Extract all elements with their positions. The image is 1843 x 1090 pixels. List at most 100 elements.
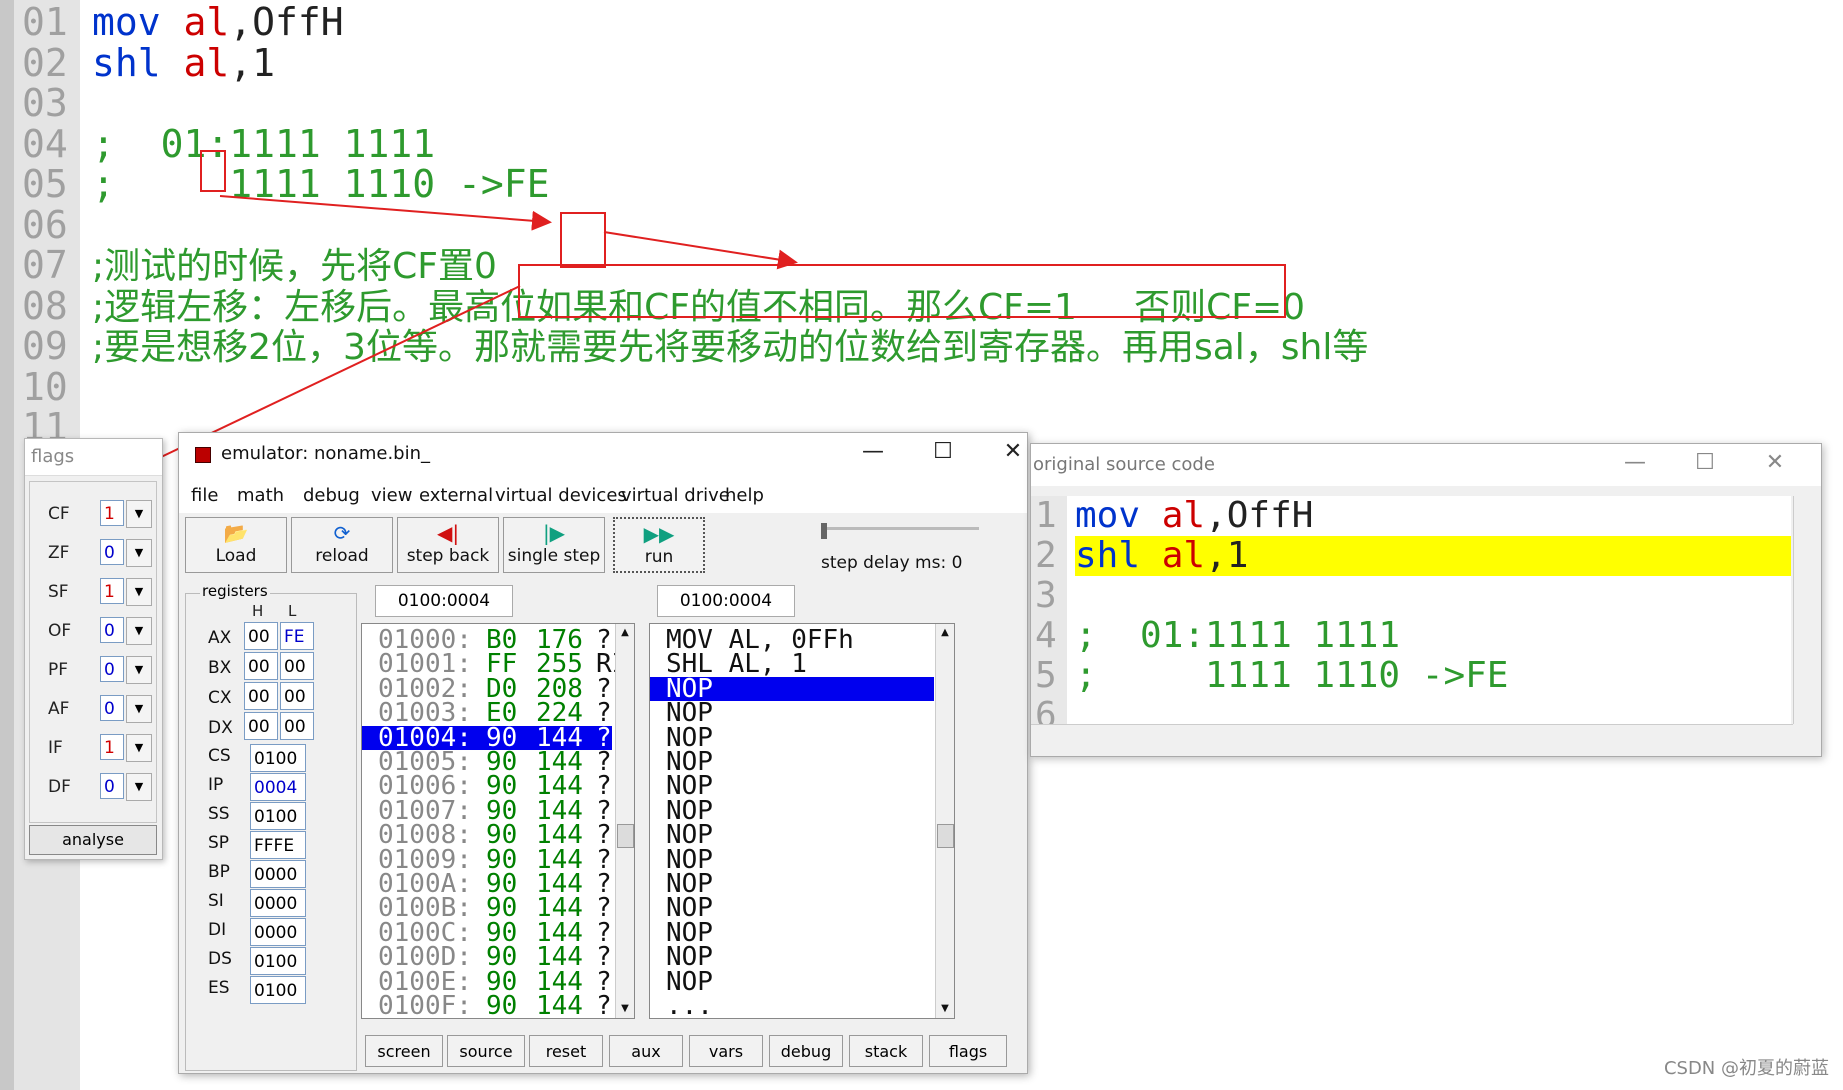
source-vertical-scrollbar[interactable] <box>1793 496 1816 724</box>
register-sp-value[interactable]: FFFE <box>250 831 306 859</box>
memory-address-input[interactable]: 0100:0004 <box>375 585 513 617</box>
chevron-down-icon[interactable]: ▼ <box>126 656 152 684</box>
source-horizontal-scrollbar[interactable] <box>1031 724 1793 749</box>
step-delay-knob[interactable] <box>821 523 827 539</box>
register-di-value[interactable]: 0000 <box>250 918 306 946</box>
disassembly-row[interactable]: NOP <box>650 700 934 726</box>
flag-value-select[interactable]: 0 <box>100 539 124 565</box>
chevron-down-icon[interactable]: ▼ <box>126 500 152 528</box>
register-ip-value[interactable]: 0004 <box>250 773 306 801</box>
register-dx-high[interactable]: 00 <box>244 712 278 740</box>
register-bx-low[interactable]: 00 <box>280 652 314 680</box>
chevron-down-icon[interactable]: ▼ <box>126 734 152 762</box>
register-ds-value[interactable]: 0100 <box>250 947 306 975</box>
bottom-stack-button[interactable]: stack <box>849 1035 923 1067</box>
flag-value-select[interactable]: 0 <box>100 617 124 643</box>
menu-item-debug[interactable]: debug <box>303 485 360 506</box>
bottom-screen-button[interactable]: screen <box>365 1035 443 1067</box>
chevron-down-icon[interactable]: ▼ <box>126 617 152 645</box>
disassembly-row[interactable]: NOP <box>650 676 934 702</box>
memory-list[interactable]: 0100F: 90 144? 0100E: 90 144? 0100D: 90 144? 0100… <box>361 623 635 1019</box>
disassembly-row[interactable]: NOP <box>650 895 934 921</box>
disassembly-row[interactable]: NOP <box>650 773 934 799</box>
bottom-debug-button[interactable]: debug <box>769 1035 843 1067</box>
toolbar-step-back-button[interactable]: ◀| step back <box>397 517 499 573</box>
menu-item-math[interactable]: math <box>237 485 284 506</box>
menu-item-view[interactable]: view <box>371 485 412 506</box>
flag-value-select[interactable]: 1 <box>100 578 124 604</box>
disassembly-row[interactable]: NOP <box>650 725 934 751</box>
disassembly-row[interactable]: MOV AL, 0FFh <box>650 627 934 653</box>
register-si-value[interactable]: 0000 <box>250 889 306 917</box>
memory-row[interactable]: 0100E: 90 144? <box>362 969 612 995</box>
toolbar-single-step-button[interactable]: |▶ single step <box>503 517 605 573</box>
minimize-button[interactable]: — <box>1615 450 1655 475</box>
register-dx-low[interactable]: 00 <box>280 712 314 740</box>
source-line[interactable]: 4 ; 01:1111 1111 <box>1031 616 1791 656</box>
bottom-reset-button[interactable]: reset <box>529 1035 603 1067</box>
flags-window[interactable]: flags CF 1 ▼ ZF 0 ▼ SF 1 ▼ OF 0 ▼ PF 0 ▼ AF 0 ▼ IF 1 ▼ DF 0 ▼ a… <box>24 438 163 860</box>
minimize-button[interactable]: — <box>853 439 893 464</box>
flag-value-select[interactable]: 1 <box>100 734 124 760</box>
disassembly-list[interactable]: ... NOP NOP NOP NOP NOP NOP NOP NOP NOP NOP NOP NOP N… <box>649 623 955 1019</box>
memory-row[interactable]: 0100D: 90 144? <box>362 944 612 970</box>
register-cs-value[interactable]: 0100 <box>250 744 306 772</box>
disassembly-row[interactable]: NOP <box>650 969 934 995</box>
menu-item-help[interactable]: help <box>725 485 764 506</box>
register-ax-high[interactable]: 00 <box>244 622 278 650</box>
memory-row[interactable]: 01009: 90 144? <box>362 847 612 873</box>
source-line[interactable]: 3 <box>1031 576 1791 616</box>
memory-scrollbar[interactable]: ▲ ▼ <box>615 624 634 1018</box>
chevron-down-icon[interactable]: ▼ <box>126 695 152 723</box>
register-ss-value[interactable]: 0100 <box>250 802 306 830</box>
disassembly-row[interactable]: NOP <box>650 749 934 775</box>
memory-row[interactable]: 01006: 90 144? <box>362 773 612 799</box>
disassembly-row[interactable]: NOP <box>650 798 934 824</box>
close-button[interactable]: ✕ <box>1755 450 1795 475</box>
source-title-bar[interactable]: original source code — ☐ ✕ <box>1031 444 1821 486</box>
flag-value-select[interactable]: 0 <box>100 695 124 721</box>
emulator-window[interactable]: emulator: noname.bin_ — ☐ ✕ file math debu… <box>178 432 1028 1074</box>
memory-row[interactable]: 0100C: 90 144? <box>362 920 612 946</box>
memory-row[interactable]: 0100F: 90 144? <box>362 993 612 1018</box>
scroll-down-icon[interactable]: ▼ <box>936 1000 954 1018</box>
memory-row[interactable]: 01000: B0 176? <box>362 627 612 653</box>
register-es-value[interactable]: 0100 <box>250 976 306 1004</box>
source-code-area[interactable]: 1 mov al,OffH 2 shl al,1 3 4 ; 01:1111 1111 5 ; … <box>1031 496 1791 724</box>
disassembly-row[interactable]: NOP <box>650 822 934 848</box>
emulator-title-bar[interactable]: emulator: noname.bin_ — ☐ ✕ <box>179 433 1027 477</box>
scroll-up-icon[interactable]: ▲ <box>936 624 954 642</box>
flag-value-select[interactable]: 0 <box>100 656 124 682</box>
flag-value-select[interactable]: 1 <box>100 500 124 526</box>
source-line[interactable]: 6 <box>1031 696 1791 725</box>
menu-item-external[interactable]: external <box>419 485 493 506</box>
maximize-button[interactable]: ☐ <box>923 439 963 464</box>
maximize-button[interactable]: ☐ <box>1685 450 1725 475</box>
source-line[interactable]: 1 mov al,OffH <box>1031 496 1791 536</box>
disassembly-row[interactable]: NOP <box>650 871 934 897</box>
scroll-down-icon[interactable]: ▼ <box>616 1000 634 1018</box>
menu-item-virtual-drive[interactable]: virtual drive <box>621 485 730 506</box>
scroll-up-icon[interactable]: ▲ <box>616 624 634 642</box>
toolbar-reload-button[interactable]: ⟳ reload <box>291 517 393 573</box>
bottom-aux-button[interactable]: aux <box>609 1035 683 1067</box>
toolbar-run-button[interactable]: ▶▶ run <box>613 517 705 573</box>
register-bp-value[interactable]: 0000 <box>250 860 306 888</box>
analyse-button[interactable]: analyse <box>29 825 157 855</box>
memory-scroll-thumb[interactable] <box>617 824 634 848</box>
toolbar-load-button[interactable]: 📂 Load <box>185 517 287 573</box>
memory-row[interactable]: 01008: 90 144? <box>362 822 612 848</box>
chevron-down-icon[interactable]: ▼ <box>126 773 152 801</box>
close-button[interactable]: ✕ <box>993 439 1033 464</box>
memory-row[interactable]: 01001: FF 255 RI <box>362 651 627 677</box>
memory-row[interactable]: 01004: 90 144? <box>362 725 612 751</box>
menu-item-virtual-devices[interactable]: virtual devices <box>495 485 627 506</box>
chevron-down-icon[interactable]: ▼ <box>126 539 152 567</box>
source-line[interactable]: 5 ; 1111 1110 ->FE <box>1031 656 1791 696</box>
bottom-source-button[interactable]: source <box>447 1035 525 1067</box>
register-cx-low[interactable]: 00 <box>280 682 314 710</box>
memory-row[interactable]: 0100B: 90 144? <box>362 895 612 921</box>
disasm-address-input[interactable]: 0100:0004 <box>657 585 795 617</box>
menu-item-file[interactable]: file <box>191 485 218 506</box>
register-cx-high[interactable]: 00 <box>244 682 278 710</box>
